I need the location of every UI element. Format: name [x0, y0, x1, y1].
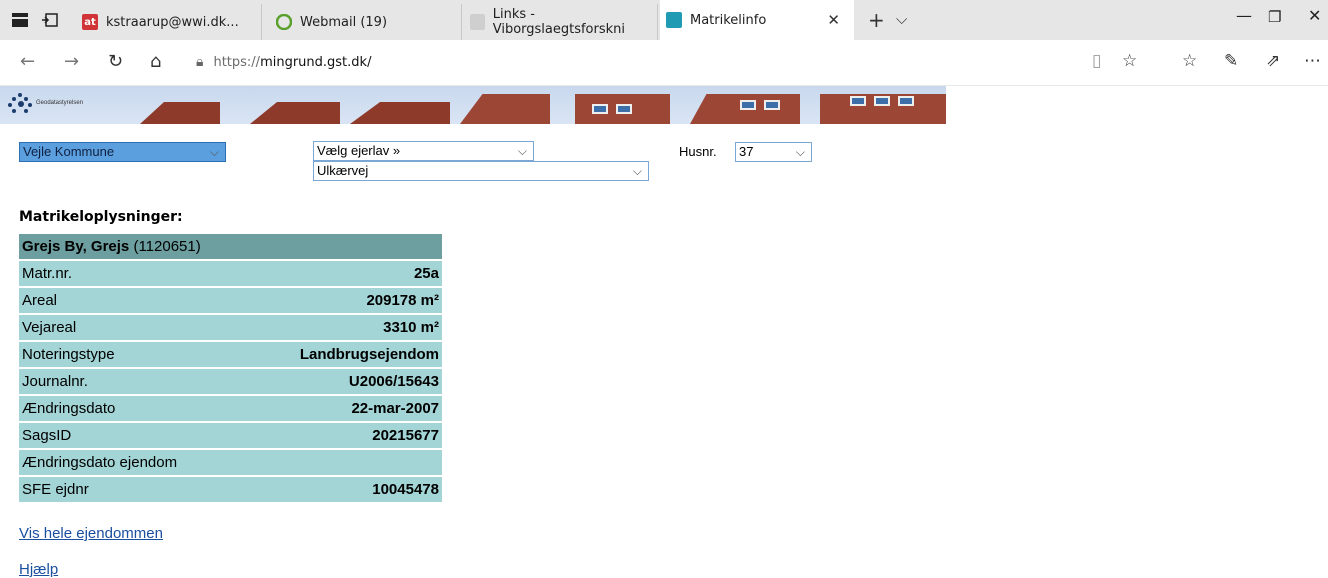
table-row: Vejareal 3310 m² — [19, 315, 442, 340]
at-icon: at — [82, 14, 98, 30]
row-label: Ændringsdato — [19, 396, 242, 421]
table-row: Areal 209178 m² — [19, 288, 442, 313]
show-property-link[interactable]: Vis hele ejendommen — [19, 525, 163, 542]
back-icon[interactable]: ← — [20, 51, 35, 72]
row-label: SagsID — [19, 423, 242, 448]
kommune-value: Vejle Kommune — [23, 144, 115, 159]
row-label: Vejareal — [19, 315, 242, 340]
tab-label: Webmail (19) — [300, 14, 388, 30]
row-value: Landbrugsejendom — [241, 342, 442, 367]
site-icon — [666, 12, 682, 28]
row-value — [241, 450, 442, 475]
table-row: SFE ejdnr 10045478 — [19, 477, 442, 502]
chevron-down-icon: ⌵ — [517, 144, 527, 158]
home-icon[interactable]: ⌂ — [150, 51, 161, 72]
crown-icon — [8, 93, 32, 113]
favorite-star-icon[interactable]: ☆ — [1122, 51, 1137, 71]
forward-icon[interactable]: → — [64, 51, 79, 72]
row-label: Journalnr. — [19, 369, 242, 394]
page-icon — [470, 14, 485, 30]
url-host: mingrund.gst.dk/ — [260, 54, 372, 70]
agency-logo: Geodatastyrelsen — [8, 92, 118, 114]
vej-select[interactable]: Ulkærvej ⌵ — [313, 161, 649, 181]
husnr-select[interactable]: 37 ⌵ — [735, 142, 812, 162]
chevron-down-icon: ⌵ — [795, 145, 805, 159]
tab-webmail[interactable]: Webmail (19) — [276, 4, 462, 40]
share-icon[interactable]: ⇗ — [1266, 51, 1280, 71]
husnr-label: Husnr. — [679, 144, 717, 159]
kommune-select[interactable]: Vejle Kommune ⌵ — [19, 142, 226, 162]
tab-label: Links - Viborgslaegtsforskni — [492, 7, 626, 37]
table-row: Ændringsdato 22-mar-2007 — [19, 396, 442, 421]
more-icon[interactable]: ⋯ — [1304, 51, 1321, 71]
set-aside-tabs-icon[interactable] — [42, 12, 60, 28]
ejerlav-value: Vælg ejerlav » — [317, 143, 401, 158]
ejerlav-select[interactable]: Vælg ejerlav » ⌵ — [313, 141, 534, 161]
pen-icon[interactable]: ✎ — [1224, 51, 1238, 71]
logo-text: Geodatastyrelsen — [36, 100, 84, 106]
header-banner: Geodatastyrelsen — [0, 86, 946, 124]
favorites-hub-icon[interactable]: ☆ — [1182, 51, 1197, 71]
web-page: Geodatastyrelsen Vejle Kommune ⌵ Vælg ej… — [0, 86, 1328, 578]
reading-view-icon[interactable]: ▯ — [1092, 51, 1101, 71]
tab-label: Matrikelinfo — [690, 12, 767, 28]
row-label: SFE ejdnr — [19, 477, 242, 502]
table-title: Grejs By, Grejs (1120651) — [19, 234, 442, 259]
tab-mail[interactable]: at kstraarup@wwi.dk... — [76, 4, 262, 40]
matrikel-table: Grejs By, Grejs (1120651) Matr.nr. 25a Are… — [19, 232, 442, 504]
help-link[interactable]: Hjælp — [19, 561, 58, 578]
table-row: Noteringstype Landbrugsejendom — [19, 342, 442, 367]
row-value: 209178 m² — [241, 288, 442, 313]
table-row: Matr.nr. 25a — [19, 261, 442, 286]
url-scheme: https:// — [213, 54, 261, 70]
table-row: Journalnr. U2006/15643 — [19, 369, 442, 394]
row-value: 25a — [241, 261, 442, 286]
tab-menu-chevron-icon[interactable]: ⌵ — [896, 10, 907, 28]
close-window-icon[interactable]: ✕ — [1308, 6, 1321, 25]
address-bar: ← → ↻ ⌂ 🔒︎ https:// mingrund.gst.dk/ ▯ ☆… — [0, 40, 1328, 86]
row-label: Ændringsdato ejendom — [19, 450, 242, 475]
table-header-row: Grejs By, Grejs (1120651) — [19, 234, 442, 259]
minimize-icon[interactable]: — — [1236, 6, 1252, 25]
husnr-value: 37 — [739, 144, 754, 159]
url-field[interactable]: 🔒︎ https:// mingrund.gst.dk/ — [196, 48, 1196, 76]
restore-icon[interactable]: ❐ — [1268, 8, 1281, 26]
chevron-down-icon: ⌵ — [209, 145, 219, 159]
close-tab-icon[interactable]: ✕ — [827, 11, 840, 29]
lock-icon: 🔒︎ — [196, 54, 204, 70]
row-value: 20215677 — [241, 423, 442, 448]
vej-value: Ulkærvej — [317, 163, 369, 178]
new-tab-button[interactable]: + — [868, 8, 885, 32]
row-value: 3310 m² — [241, 315, 442, 340]
refresh-icon[interactable]: ↻ — [108, 51, 123, 72]
tab-label: kstraarup@wwi.dk... — [106, 14, 239, 30]
table-row: Ændringsdato ejendom — [19, 450, 442, 475]
webmail-icon — [276, 14, 292, 30]
tab-preview-icon[interactable] — [12, 12, 30, 28]
chevron-down-icon: ⌵ — [632, 164, 642, 178]
ejerlav-name: Grejs By, Grejs — [22, 238, 130, 255]
row-value: U2006/15643 — [241, 369, 442, 394]
row-label: Areal — [19, 288, 242, 313]
row-value: 22-mar-2007 — [241, 396, 442, 421]
section-heading: Matrikeloplysninger: — [19, 209, 183, 225]
tab-matrikelinfo[interactable]: Matrikelinfo ✕ — [660, 0, 854, 40]
table-row: SagsID 20215677 — [19, 423, 442, 448]
ejerlav-code: (1120651) — [129, 238, 201, 255]
row-value: 10045478 — [241, 477, 442, 502]
row-label: Noteringstype — [19, 342, 242, 367]
row-label: Matr.nr. — [19, 261, 242, 286]
tab-links[interactable]: Links - Viborgslaegtsforskni — [470, 4, 658, 40]
tab-strip: at kstraarup@wwi.dk... Webmail (19) Link… — [0, 0, 1328, 40]
